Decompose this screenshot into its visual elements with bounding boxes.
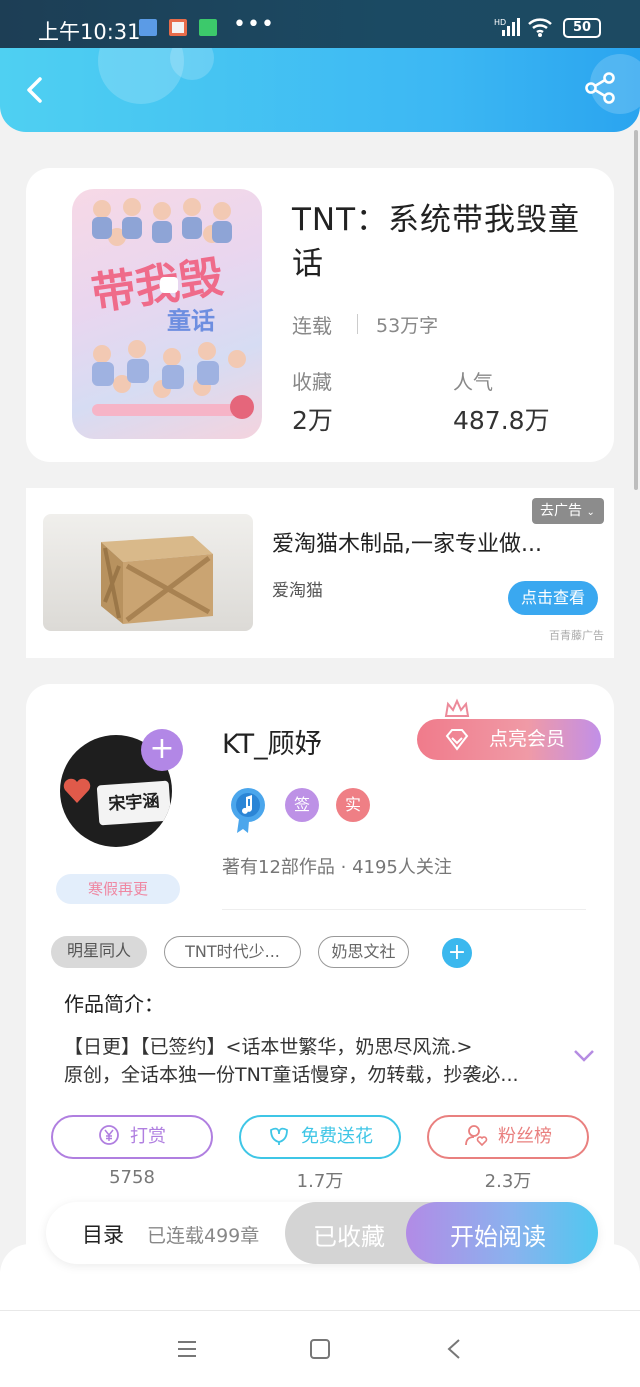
svg-text:HD: HD: [494, 18, 506, 27]
meta-divider: [357, 314, 358, 334]
send-flower-label: 免费送花: [301, 1126, 373, 1147]
favorites-value: 2万: [292, 406, 333, 435]
ad-close-label: 去广告: [540, 503, 582, 519]
add-tag-button[interactable]: +: [442, 938, 472, 968]
tag-chip[interactable]: 奶思文社: [318, 936, 409, 968]
battery-level: 50: [572, 20, 592, 35]
ad-image: [43, 514, 253, 631]
tip-label: 打赏: [130, 1126, 166, 1147]
crown-icon: [444, 698, 470, 717]
book-cover[interactable]: 带我毁 童话: [72, 189, 262, 439]
intro-line-2: 原创，全话本独一份TNT童话慢穿，勿转载，抄袭必...: [64, 1064, 519, 1086]
ad-cta-button[interactable]: 点击查看: [508, 581, 598, 615]
book-title: TNT：系统带我毁童话: [292, 202, 581, 282]
music-badge-icon: [231, 788, 265, 833]
battery-icon: 50: [563, 18, 601, 38]
verified-badge: 实: [336, 788, 370, 822]
menu-icon[interactable]: [176, 1340, 198, 1358]
fan-count: 2.3万: [484, 1171, 532, 1192]
popularity-label: 人气: [453, 370, 493, 394]
tag-chip[interactable]: 明星同人: [51, 936, 147, 968]
book-status: 连载: [292, 314, 332, 338]
tag-chip[interactable]: TNT时代少...: [164, 936, 301, 968]
status-bar: 上午10:31 ••• HD 50: [0, 0, 640, 48]
ad-source: 百青藤广告: [549, 629, 604, 642]
ad-close-button[interactable]: 去广告 ⌄: [532, 498, 604, 524]
start-reading-button[interactable]: 开始阅读: [406, 1202, 598, 1264]
expand-chevron-icon[interactable]: [572, 1048, 596, 1064]
more-notifications-icon: •••: [233, 12, 275, 37]
ad-banner[interactable]: 去广告 ⌄ 爱淘猫木制品,一家专业做... 爱淘猫 点击查看 百青藤广告: [26, 488, 614, 658]
avatar-name-patch: 宋宇涵: [96, 780, 172, 826]
intro-heading: 作品简介：: [64, 992, 164, 1016]
share-icon[interactable]: [582, 70, 618, 106]
author-stats: 著有12部作品 · 4195人关注: [222, 857, 452, 878]
back-arrow-icon[interactable]: [22, 76, 50, 104]
nav-back-icon[interactable]: [446, 1338, 462, 1360]
diamond-icon: [445, 729, 469, 751]
ad-title: 爱淘猫木制品,一家专业做...: [272, 532, 542, 557]
follow-plus-button[interactable]: +: [141, 729, 183, 771]
toc-button[interactable]: 目录: [82, 1219, 124, 1249]
header-bar: [0, 48, 640, 132]
translate-icon: [139, 19, 157, 36]
vip-button-label: 点亮会员: [489, 728, 566, 750]
user-heart-icon: [465, 1125, 488, 1147]
signal-icon: HD: [494, 18, 520, 36]
divider: [222, 909, 586, 910]
svg-text:童话: 童话: [167, 307, 215, 335]
vip-button[interactable]: 点亮会员: [417, 719, 601, 760]
home-icon[interactable]: [309, 1338, 331, 1360]
author-sticker: 寒假再更: [56, 874, 180, 904]
status-time: 上午10:31: [38, 20, 141, 44]
fan-ranking-label: 粉丝榜: [498, 1126, 552, 1147]
fan-ranking-button[interactable]: 粉丝榜: [427, 1115, 589, 1159]
scrollbar[interactable]: [634, 130, 638, 490]
bottom-action-bar: 目录 已连载499章 已收藏 开始阅读: [46, 1202, 598, 1264]
popularity-value: 487.8万: [453, 406, 550, 435]
yen-coin-icon: [99, 1125, 119, 1145]
tip-count: 5758: [109, 1167, 155, 1188]
wifi-icon: [528, 18, 552, 37]
tip-button[interactable]: 打赏: [51, 1115, 213, 1159]
chevron-down-icon: ⌄: [586, 507, 595, 518]
intro-line-1: 【日更】【已签约】<话本世繁华，奶思尽风流.>: [64, 1036, 473, 1058]
flower-count: 1.7万: [296, 1171, 344, 1192]
cover-art: 带我毁 童话: [89, 198, 254, 419]
system-nav-bar: [0, 1310, 640, 1387]
ad-brand: 爱淘猫: [272, 581, 323, 601]
send-flower-button[interactable]: 免费送花: [239, 1115, 401, 1159]
book-word-count: 53万字: [376, 315, 439, 337]
chapter-count[interactable]: 已连载499章: [147, 1221, 259, 1248]
start-reading-label: 开始阅读: [450, 1223, 546, 1251]
author-name: KT_顾妤: [222, 729, 322, 760]
signed-badge: 签: [285, 788, 319, 822]
favorites-label: 收藏: [292, 370, 332, 394]
collected-label: 已收藏: [313, 1223, 385, 1251]
app-notify-icon: [169, 19, 187, 36]
heart-sticker-icon: [63, 778, 91, 803]
flower-icon: [270, 1127, 288, 1145]
video-notify-icon: [199, 19, 217, 36]
